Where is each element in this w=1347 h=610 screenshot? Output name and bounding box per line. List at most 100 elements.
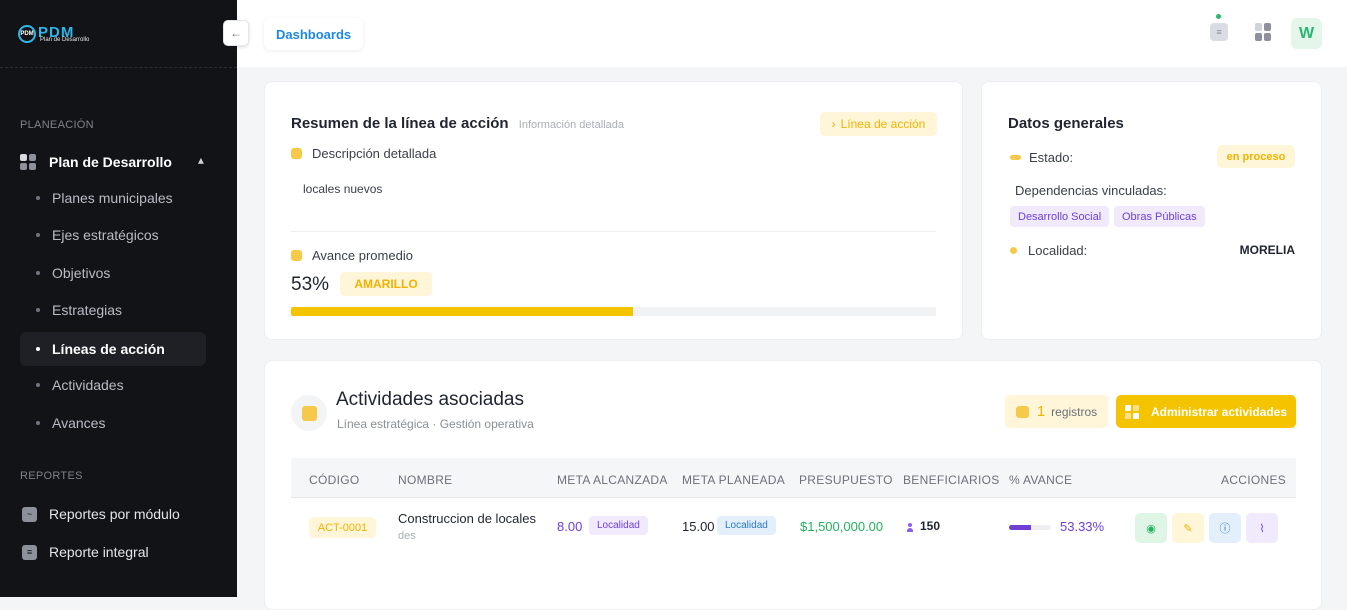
sidebar-item-estrategias[interactable]: Estrategias	[20, 293, 206, 327]
sidebar-group-label: Plan de Desarrollo	[49, 154, 172, 170]
section-title-reportes: REPORTES	[20, 470, 83, 482]
activity-description: des	[398, 530, 416, 542]
avatar[interactable]: W	[1291, 18, 1322, 49]
estado-badge: en proceso	[1217, 145, 1295, 168]
breadcrumb[interactable]: Dashboards	[264, 18, 364, 50]
bullet-icon	[36, 308, 40, 312]
note-icon	[291, 148, 302, 159]
manage-activities-button[interactable]: Administrar actividades	[1116, 395, 1296, 428]
activities-title: Actividades asociadas	[336, 389, 524, 410]
chart-icon	[1015, 405, 1029, 418]
location-icon	[1010, 247, 1017, 254]
document-icon: ≡	[22, 544, 37, 560]
summary-subtitle: Información detallada	[518, 119, 624, 131]
sidebar-divider	[0, 67, 237, 68]
bullet-icon	[36, 383, 40, 387]
apps-icon[interactable]	[1255, 23, 1273, 41]
sidebar-item-ejes-estrategicos[interactable]: Ejes estratégicos	[20, 218, 206, 252]
records-count: 1 registros	[1005, 395, 1108, 428]
bullet-icon	[36, 233, 40, 237]
section-title-planeacion: PLANEACIÓN	[20, 119, 94, 131]
dependencia-tag: Desarrollo Social	[1010, 206, 1110, 227]
chat-icon[interactable]: ≡	[1210, 23, 1228, 41]
topbar	[237, 0, 1347, 67]
online-indicator	[1216, 14, 1221, 19]
dependencia-tag: Obras Públicas	[1114, 206, 1205, 227]
column-header[interactable]: META PLANEADA	[682, 473, 785, 487]
meta-alcanzada-tag: Localidad	[589, 516, 648, 535]
bullet-icon	[36, 421, 40, 425]
chart-icon	[291, 250, 302, 261]
bullet-icon	[36, 271, 40, 275]
chart-line-icon: ~	[22, 506, 37, 522]
app-logo[interactable]: PDM PDM Plan de Desarrollo	[18, 22, 89, 46]
avance-value: 53.33%	[1060, 519, 1105, 534]
edit-button[interactable]: ✎	[1172, 513, 1204, 543]
chart-line-icon: ⌇	[1259, 522, 1265, 535]
stats-button[interactable]: ⌇	[1246, 513, 1278, 543]
localidad-value: MORELIA	[1239, 243, 1295, 257]
general-title: Datos generales	[1008, 115, 1124, 132]
progress-bar-fill	[291, 307, 633, 316]
info-button[interactable]: ⓘ	[1209, 513, 1241, 543]
arrow-left-icon: ←	[230, 26, 242, 40]
localidad-label: Localidad:	[1028, 243, 1088, 258]
row-progress-fill	[1009, 525, 1032, 530]
divider	[291, 231, 936, 232]
alert-icon: ⓘ	[1219, 523, 1231, 535]
sidebar-group-plan-desarrollo[interactable]: Plan de Desarrollo ▼	[20, 150, 210, 174]
sidebar: PDM PDM Plan de Desarrollo PLANEACIÓN Pl…	[0, 0, 237, 597]
meta-planeada-value: 15.00	[682, 519, 715, 534]
beneficiarios-value: 150	[920, 519, 941, 533]
column-header[interactable]: PRESUPUESTO	[799, 473, 893, 487]
view-button[interactable]: ◉	[1135, 513, 1167, 543]
collapse-sidebar-button[interactable]: ←	[223, 20, 249, 46]
column-header[interactable]: % AVANCE	[1009, 473, 1072, 487]
status-badge: AMARILLO	[340, 272, 432, 296]
sidebar-item-avances[interactable]: Avances	[20, 406, 206, 440]
dependencias-label: Dependencias vinculadas:	[1015, 183, 1167, 198]
activities-card: Actividades asociadas Línea estratégica …	[264, 360, 1322, 610]
logo-subtitle: Plan de Desarrollo	[40, 37, 90, 43]
meta-alcanzada-value: 8.00	[557, 519, 583, 534]
meta-planeada-tag: Localidad	[717, 516, 776, 535]
summary-title: Resumen de la línea de acción	[291, 115, 509, 132]
column-header[interactable]: NOMBRE	[398, 473, 452, 487]
estado-label: Estado:	[1029, 150, 1074, 165]
bullet-icon	[36, 196, 40, 200]
sidebar-item-planes-municipales[interactable]: Planes municipales	[20, 181, 206, 215]
sidebar-item-reportes-por-modulo[interactable]: ~ Reportes por módulo	[22, 502, 180, 526]
general-data-card: Datos generales Estado: en proceso Depen…	[981, 81, 1322, 340]
grid-icon	[20, 154, 36, 170]
description-value: locales nuevos	[303, 182, 383, 196]
pencil-icon: ✎	[1183, 522, 1193, 535]
bullet-icon	[36, 347, 40, 351]
logo-mark-icon: PDM	[18, 25, 36, 43]
linea-accion-chip[interactable]: › Línea de acción	[820, 112, 937, 136]
activity-name[interactable]: Construccion de locales	[398, 511, 536, 526]
sidebar-item-reporte-integral[interactable]: ≡ Reporte integral	[22, 540, 149, 564]
sidebar-item-actividades[interactable]: Actividades	[20, 368, 206, 402]
activities-subtitle: Línea estratégica · Gestión operativa	[337, 417, 534, 431]
summary-card: Resumen de la línea de acción Informació…	[264, 81, 963, 340]
column-header[interactable]: CÓDIGO	[309, 473, 359, 487]
sidebar-item-objetivos[interactable]: Objetivos	[20, 256, 206, 290]
presupuesto-value: $1,500,000.00	[800, 519, 884, 534]
progress-label: Avance promedio	[291, 248, 413, 263]
progress-value: 53%	[291, 274, 330, 295]
grid-icon	[1124, 404, 1139, 419]
row-progress-bar	[1009, 525, 1051, 530]
chevron-up-icon: ▼	[196, 155, 206, 166]
activity-code[interactable]: ACT-0001	[309, 517, 376, 538]
progress-bar	[291, 307, 936, 316]
sidebar-item-lineas-de-accion[interactable]: Líneas de acción	[20, 332, 206, 366]
activities-icon	[291, 395, 327, 431]
status-icon	[1010, 155, 1021, 160]
user-icon	[907, 523, 913, 533]
column-header[interactable]: ACCIONES	[1221, 473, 1286, 487]
column-header[interactable]: BENEFICIARIOS	[903, 473, 1000, 487]
description-label: Descripción detallada	[291, 146, 436, 161]
chevron-right-icon: ›	[831, 117, 836, 131]
column-header[interactable]: META ALCANZADA	[557, 473, 668, 487]
eye-icon: ◉	[1146, 522, 1156, 535]
